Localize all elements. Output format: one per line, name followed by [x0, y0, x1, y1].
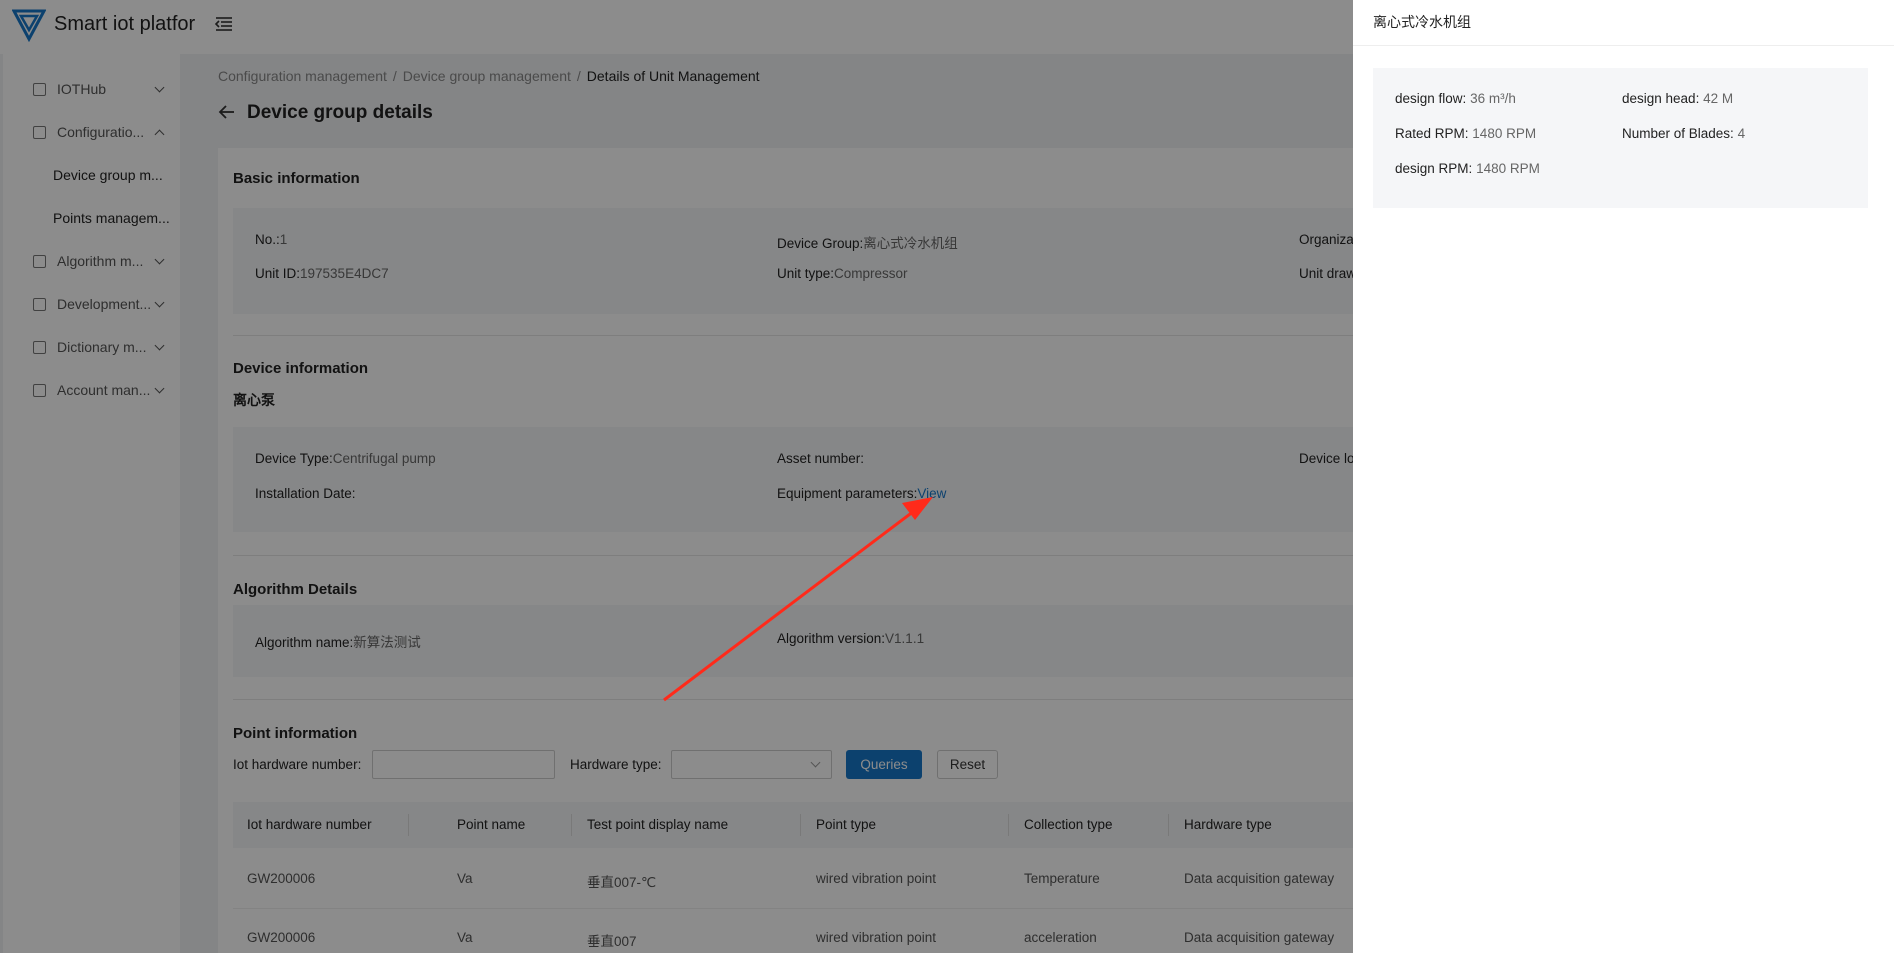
param-design-rpm: design RPM: 1480 RPM — [1395, 161, 1540, 176]
params-box: design flow: 36 m³/h design head: 42 M R… — [1373, 68, 1868, 208]
param-value: 4 — [1737, 126, 1746, 141]
param-number-of-blades: Number of Blades: 4 — [1622, 126, 1745, 141]
param-label: design RPM: — [1395, 161, 1473, 176]
param-value: 42 M — [1703, 91, 1734, 106]
param-label: Number of Blades: — [1622, 126, 1734, 141]
params-drawer: 离心式冷水机组 design flow: 36 m³/h design head… — [1353, 0, 1894, 953]
param-value: 1480 RPM — [1472, 126, 1537, 141]
divider — [1353, 45, 1894, 46]
param-value: 1480 RPM — [1476, 161, 1540, 176]
param-value: 36 m³/h — [1470, 91, 1516, 106]
param-design-head: design head: 42 M — [1622, 91, 1733, 106]
param-rated-rpm: Rated RPM: 1480 RPM — [1395, 126, 1536, 141]
param-label: design head: — [1622, 91, 1700, 106]
param-label: design flow: — [1395, 91, 1467, 106]
param-design-flow: design flow: 36 m³/h — [1395, 91, 1516, 106]
drawer-title: 离心式冷水机组 — [1373, 14, 1471, 30]
param-label: Rated RPM: — [1395, 126, 1469, 141]
modal-mask[interactable] — [0, 0, 1353, 953]
